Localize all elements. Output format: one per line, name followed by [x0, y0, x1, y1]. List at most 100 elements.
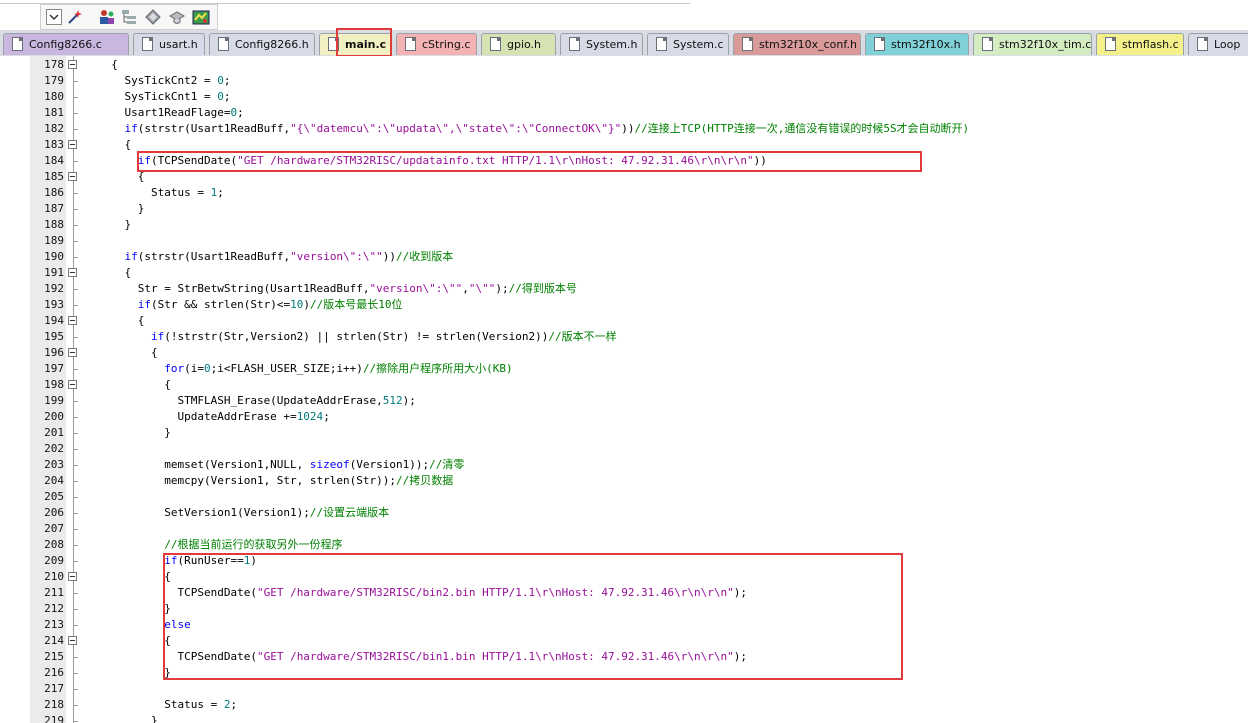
code-comment: //擦除用户程序所用大小(KB) [362, 362, 513, 375]
line-number: 215 [44, 650, 64, 663]
code-line: 193 if(Str && strlen(Str)<=10)//版本号最长10位 [0, 297, 1248, 313]
code-comment: //拷贝数据 [396, 474, 454, 487]
tab-main-c[interactable]: main.c [319, 33, 392, 55]
wand-icon[interactable] [66, 8, 84, 26]
tab-cstring-c[interactable]: cString.c [396, 33, 477, 55]
fold-tick [73, 209, 78, 210]
tab-stm32f10x-conf-h[interactable]: stm32f10x_conf.h [733, 33, 861, 55]
tree-icon[interactable] [120, 8, 138, 26]
code-token: (Str && strlen(Str)<= [151, 298, 291, 311]
tab-system-c[interactable]: System.c [647, 33, 729, 55]
code-number: 1024 [296, 410, 324, 423]
fold-toggle-icon[interactable] [68, 60, 77, 69]
code-text: SysTickCnt2 = 0; [98, 73, 230, 89]
file-icon [1105, 37, 1116, 51]
fold-tick [73, 593, 78, 594]
fold-toggle-icon[interactable] [68, 348, 77, 357]
file-icon [12, 37, 23, 51]
tab-loop[interactable]: Loop [1188, 33, 1248, 55]
tab-stm32f10x-tim-c[interactable]: stm32f10x_tim.c [973, 33, 1092, 55]
tab-usart-h[interactable]: usart.h [133, 33, 205, 55]
fold-toggle-icon[interactable] [68, 636, 77, 645]
fold-toggle-icon[interactable] [68, 140, 77, 149]
toolbar [0, 0, 1248, 30]
fold-tick [73, 465, 78, 466]
code-token: ); [733, 586, 748, 599]
line-number: 203 [44, 458, 64, 471]
tab-stmflash-c[interactable]: stmflash.c [1096, 33, 1184, 55]
cap-icon[interactable] [168, 8, 186, 26]
file-icon [874, 37, 885, 51]
code-line: 218 Status = 2; [0, 697, 1248, 713]
code-text: if(RunUser==1) [98, 553, 257, 569]
fold-toggle-icon[interactable] [68, 268, 77, 277]
code-token: } [98, 666, 171, 679]
line-number: 182 [44, 122, 64, 135]
code-text: } [98, 425, 171, 441]
fold-tick [73, 257, 78, 258]
fold-tick [73, 449, 78, 450]
code-text: //根据当前运行的获取另外一份程序 [98, 537, 342, 553]
line-number: 183 [44, 138, 64, 151]
code-token: ; [223, 74, 231, 87]
code-token: Status = [98, 186, 211, 199]
dropdown-arrow-icon[interactable] [45, 8, 63, 26]
line-number: 218 [44, 698, 64, 711]
tab-config8266-h[interactable]: Config8266.h [209, 33, 315, 55]
code-token: memcpy(Version1, Str, strlen(Str)); [98, 474, 397, 487]
fold-tick [73, 513, 78, 514]
line-number: 185 [44, 170, 64, 183]
code-token: TCPSendDate( [98, 586, 257, 599]
code-string: "GET /hardware/STM32RISC/updatainfo.txt … [237, 154, 754, 167]
tab-label: stmflash.c [1122, 38, 1179, 51]
tab-system-h[interactable]: System.h [560, 33, 643, 55]
code-line: 203 memset(Version1,NULL, sizeof(Version… [0, 457, 1248, 473]
line-number: 193 [44, 298, 64, 311]
code-line: 180 SysTickCnt1 = 0; [0, 89, 1248, 105]
code-token: , [462, 282, 469, 295]
code-comment: //根据当前运行的获取另外一份程序 [164, 538, 343, 551]
fold-toggle-icon[interactable] [68, 380, 77, 389]
code-line: 181 Usart1ReadFlage=0; [0, 105, 1248, 121]
code-comment: //版本号最长10位 [309, 298, 403, 311]
code-line: 204 memcpy(Version1, Str, strlen(Str));/… [0, 473, 1248, 489]
code-keyword: else [164, 618, 191, 631]
code-line: 197 for(i=0;i<FLASH_USER_SIZE;i++)//擦除用户… [0, 361, 1248, 377]
tab-config8266-c[interactable]: Config8266.c [3, 33, 129, 55]
people-icon[interactable] [98, 8, 116, 26]
code-comment: //设置云端版本 [309, 506, 390, 519]
fold-tick [73, 337, 78, 338]
code-line: 198 { [0, 377, 1248, 393]
fold-tick [73, 657, 78, 658]
fold-toggle-icon[interactable] [68, 316, 77, 325]
code-text: { [98, 633, 171, 649]
fold-tick [73, 673, 78, 674]
fold-toggle-icon[interactable] [68, 572, 77, 581]
code-keyword: if [124, 250, 138, 263]
fold-tick [73, 193, 78, 194]
code-token: } [98, 714, 158, 723]
tab-gpio-h[interactable]: gpio.h [481, 33, 556, 55]
code-text: { [98, 377, 171, 393]
fold-tick [73, 417, 78, 418]
line-number: 191 [44, 266, 64, 279]
fold-tick [73, 97, 78, 98]
code-token: )) [382, 250, 397, 263]
line-number: 190 [44, 250, 64, 263]
code-text: UpdateAddrErase +=1024; [98, 409, 329, 425]
code-editor[interactable]: 178 {179 SysTickCnt2 = 0; 180 SysTickCnt1… [0, 56, 1248, 723]
diamond-icon[interactable] [144, 8, 162, 26]
code-line: 188 } [0, 217, 1248, 233]
map-icon[interactable] [192, 8, 210, 26]
tab-label: stm32f10x_tim.c [999, 38, 1092, 51]
code-text: } [98, 713, 158, 723]
code-text: if(TCPSendDate("GET /hardware/STM32RISC/… [98, 153, 767, 169]
file-icon [569, 37, 580, 51]
tab-stm32f10x-h[interactable]: stm32f10x.h [865, 33, 969, 55]
code-line: 189 [0, 233, 1248, 249]
line-number: 219 [44, 714, 64, 723]
code-number: 0 [217, 90, 224, 103]
fold-toggle-icon[interactable] [68, 172, 77, 181]
